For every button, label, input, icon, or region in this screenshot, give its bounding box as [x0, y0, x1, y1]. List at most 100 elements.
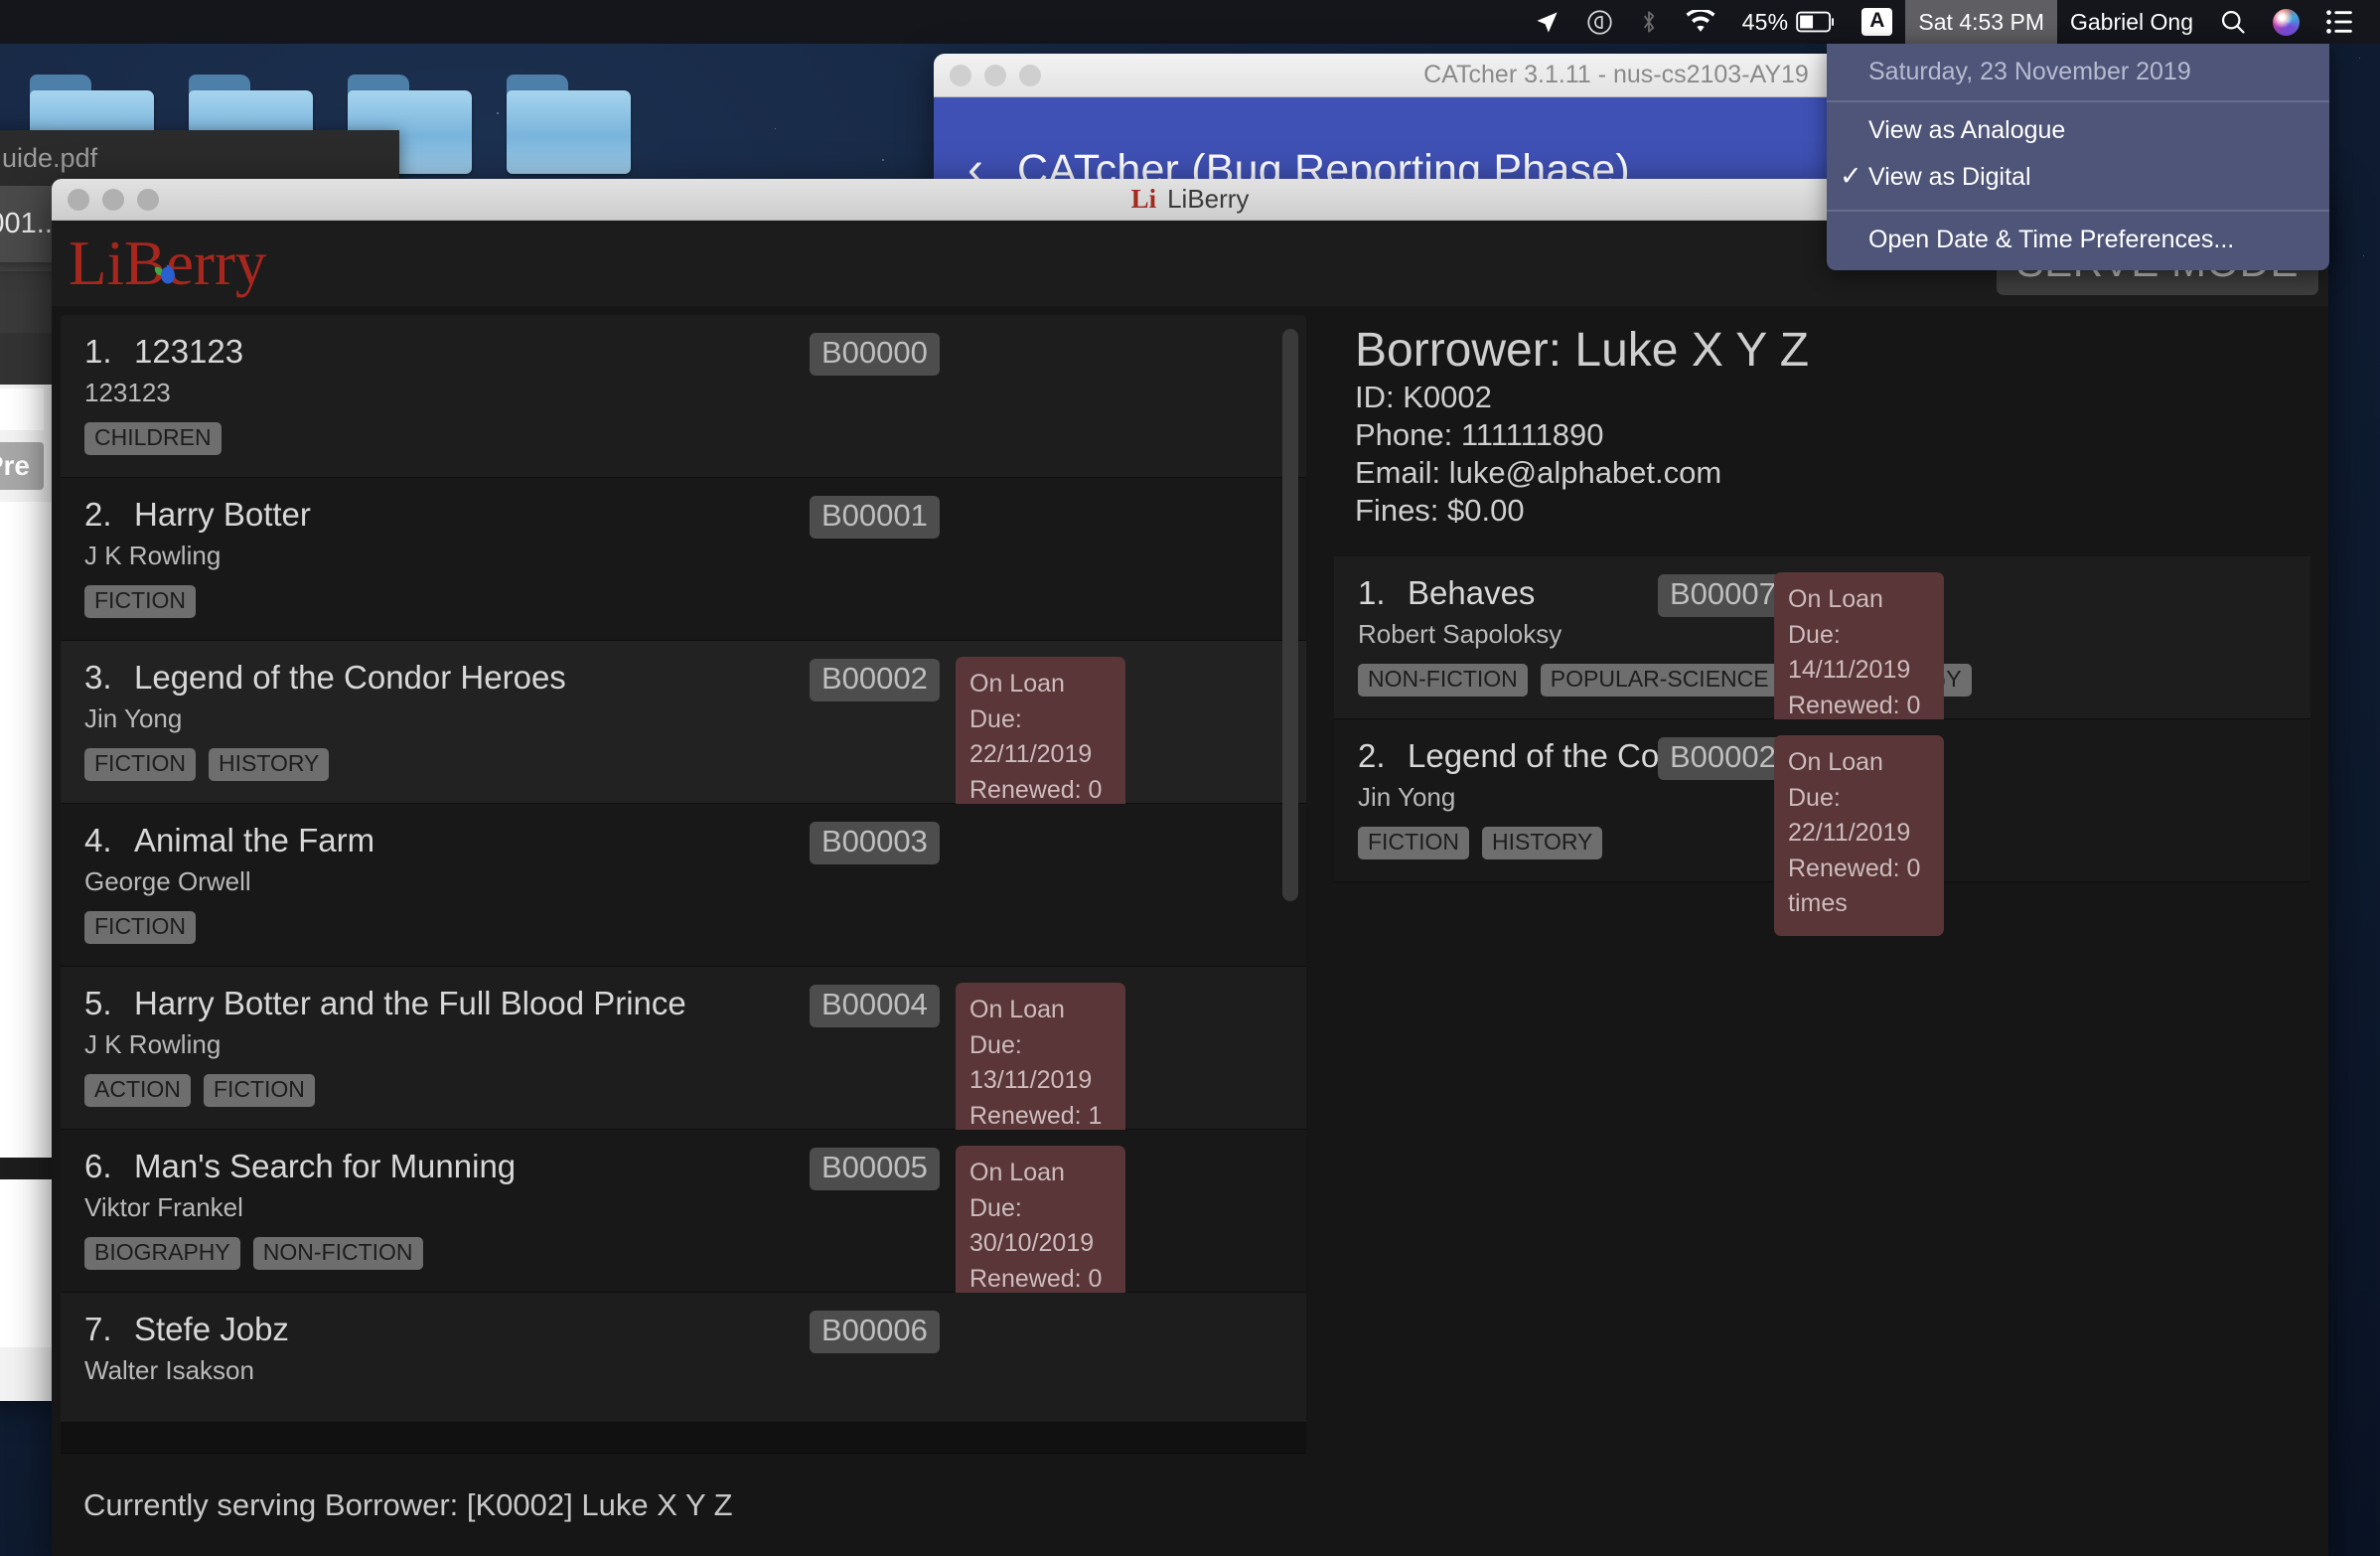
bg-prev-button[interactable]: Pre [0, 442, 44, 490]
borrower-loan-item[interactable]: 2. Legend of the Condor H... Jin Yong FI… [1334, 719, 2310, 882]
book-title-row: 7. Stefe Jobz [84, 1311, 1306, 1348]
genre-tag: FICTION [1358, 827, 1469, 859]
genre-tag: NON-FICTION [1358, 664, 1528, 697]
loan-info-box: On Loan Due: 22/11/2019 Renewed: 0 times [1774, 735, 1944, 936]
catalogue-scrollbar[interactable] [1282, 329, 1298, 901]
loan-renewed-count: Renewed: 0 times [1788, 852, 1930, 922]
book-id-badge: B00007 [1658, 574, 1788, 617]
status-bar: Currently serving Borrower: [K0002] Luke… [61, 1453, 1306, 1556]
keyboard-input-icon[interactable]: A [1849, 0, 1905, 44]
book-index: 7. [84, 1311, 118, 1348]
user-name-label: Gabriel Ong [2070, 9, 2193, 36]
loan-due-date: Due: 14/11/2019 [1788, 618, 1930, 689]
borrower-loan-item[interactable]: 1. Behaves Robert Sapoloksy NON-FICTIONP… [1334, 556, 2310, 719]
clock-menu[interactable]: Sat 4:53 PM [1905, 0, 2057, 44]
book-author: 123123 [84, 378, 1306, 408]
loan-status: On Loan [969, 667, 1112, 702]
book-index: 2. [84, 496, 118, 534]
book-list-item[interactable]: 6. Man's Search for Munning Viktor Frank… [61, 1130, 1306, 1293]
book-list-item[interactable]: 7. Stefe Jobz Walter Isakson B00006 [61, 1293, 1306, 1423]
loan-status: On Loan [969, 1156, 1112, 1191]
book-author: Walter Isakson [84, 1355, 1306, 1386]
genre-tag: FICTION [84, 748, 196, 781]
book-index: 1. [84, 333, 118, 371]
book-id-badge: B00002 [1658, 737, 1788, 780]
book-id-badge: B00003 [810, 822, 940, 864]
book-catalogue-panel[interactable]: 1. 123123 123123 CHILDREN B00000 2. Harr… [61, 315, 1306, 1556]
bg-doc-divider [0, 1158, 52, 1179]
loan-due-date: Due: 30/10/2019 [969, 1191, 1112, 1262]
berry-leaf-icon [152, 238, 178, 264]
catalogue-scroll-area[interactable]: 1. 123123 123123 CHILDREN B00000 2. Harr… [61, 315, 1306, 1556]
menu-item-view-as-analogue[interactable]: View as Analogue [1827, 107, 2329, 154]
book-list-item[interactable]: 2. Harry Botter J K Rowling FICTION B000… [61, 478, 1306, 641]
book-title: 123123 [134, 333, 243, 371]
book-index: 6. [84, 1148, 118, 1185]
datetime-dropdown-menu[interactable]: Saturday, 23 November 2019 View as Analo… [1827, 44, 2329, 270]
bg-find-label: Find [0, 333, 52, 385]
book-title-row: 1. 123123 [84, 333, 1306, 371]
loan-due-date: Due: 22/11/2019 [1788, 781, 1930, 852]
loan-due-date: Due: 13/11/2019 [969, 1028, 1112, 1099]
menu-item-label: View as Analogue [1868, 116, 2065, 144]
battery-status[interactable]: 45% [1729, 0, 1850, 44]
dropbox-icon[interactable] [1573, 0, 1626, 44]
bg-doc-line: [fi/FI [0, 1249, 46, 1278]
borrower-id: ID: K0002 [1325, 378, 2319, 415]
borrower-fines: Fines: $0.00 [1325, 491, 2319, 529]
bg-doc-line: ry g/ch [0, 574, 46, 633]
book-title: Harry Botter and the Full Blood Prince [134, 985, 686, 1022]
book-tag-list: CHILDREN [84, 422, 1306, 455]
book-list-item[interactable]: 3. Legend of the Condor Heroes Jin Yong … [61, 641, 1306, 804]
book-title-row: 4. Animal the Farm [84, 822, 1306, 859]
book-id-badge: B00005 [810, 1148, 940, 1190]
borrower-panel: Borrower: Luke X Y Z ID: K0002 Phone: 11… [1325, 315, 2319, 1556]
user-menu[interactable]: Gabriel Ong [2057, 0, 2206, 44]
liberry-window-title: LiBerry [1167, 184, 1249, 215]
book-id-badge: B00001 [810, 496, 940, 539]
wifi-icon[interactable] [1672, 0, 1729, 44]
search-icon[interactable] [2206, 0, 2260, 44]
genre-tag: HISTORY [209, 748, 329, 781]
book-id-badge: B00000 [810, 333, 940, 376]
book-list-item[interactable]: 4. Animal the Farm George Orwell FICTION… [61, 804, 1306, 967]
menu-item-view-as-digital[interactable]: ✓ View as Digital [1827, 154, 2329, 201]
liberry-logo: LiBerry [69, 233, 266, 295]
background-pdf-window[interactable]: UserGuide.pdf LOG 66.4% Find set Pre NRE… [0, 154, 52, 1401]
bg-zoom-level: 66.4% [0, 271, 52, 333]
book-index: 1. [1358, 574, 1392, 612]
menu-item-open-preferences[interactable]: Open Date & Time Preferences... [1827, 212, 2329, 270]
genre-tag: FICTION [84, 911, 196, 944]
bluetooth-icon[interactable] [1626, 0, 1672, 44]
keyboard-badge-label: A [1861, 8, 1892, 35]
book-title: Man's Search for Munning [134, 1148, 516, 1185]
location-icon[interactable] [1521, 0, 1573, 44]
liberry-window[interactable]: Li LiBerry LiBerry SERVE MODE 1. 123123 [52, 179, 2328, 1556]
genre-tag: FICTION [204, 1074, 315, 1107]
book-list-item[interactable]: 1. 123123 123123 CHILDREN B00000 [61, 315, 1306, 478]
book-title: Harry Botter [134, 496, 311, 534]
book-tag-list: FICTION [84, 911, 1306, 944]
notification-center-icon[interactable] [2312, 0, 2366, 44]
book-title: Legend of the Condor Heroes [134, 659, 566, 697]
checkmark-icon: ✓ [1840, 161, 1862, 192]
book-list-item[interactable]: 5. Harry Botter and the Full Blood Princ… [61, 967, 1306, 1130]
loan-status: On Loan [1788, 745, 1930, 781]
book-id-badge: B00004 [810, 985, 940, 1027]
folder-icon [507, 75, 631, 174]
macos-menu-bar[interactable]: 45% A Sat 4:53 PM Gabriel Ong [0, 0, 2380, 44]
genre-tag: ACTION [84, 1074, 191, 1107]
clock-label: Sat 4:53 PM [1918, 9, 2044, 36]
book-author: George Orwell [84, 866, 1306, 897]
siri-icon[interactable] [2260, 0, 2312, 44]
bg-find-input[interactable]: set [0, 389, 44, 430]
loan-status: On Loan [1788, 582, 1930, 618]
book-index: 4. [84, 822, 118, 859]
borrower-loan-list[interactable]: 1. Behaves Robert Sapoloksy NON-FICTIONP… [1334, 556, 2310, 882]
book-title: Animal the Farm [134, 822, 374, 859]
datetime-header-date: Saturday, 23 November 2019 [1827, 44, 2329, 100]
bg-doc-line: ` [0, 702, 46, 761]
loan-due-date: Due: 22/11/2019 [969, 702, 1112, 773]
book-author: J K Rowling [84, 541, 1306, 571]
bg-doc-line: Jolking [0, 760, 46, 819]
